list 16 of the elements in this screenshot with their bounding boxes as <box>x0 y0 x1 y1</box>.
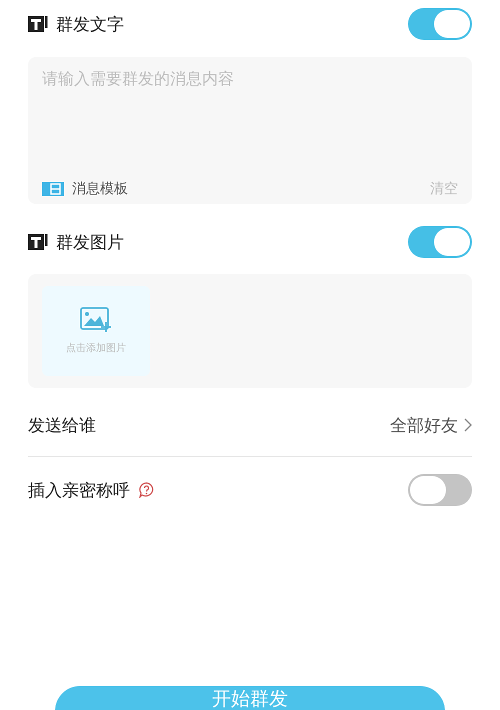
template-icon <box>42 182 64 196</box>
row-label: 发送给谁 <box>28 414 96 436</box>
template-label[interactable]: 消息模板 <box>72 180 128 198</box>
help-icon[interactable] <box>138 482 155 498</box>
message-field[interactable]: 请输入需要群发的消息内容 消息模板 清空 <box>28 57 472 204</box>
section-title: 群发文字 <box>56 14 124 36</box>
toggle-switch[interactable] <box>408 226 472 258</box>
section-title: 群发图片 <box>56 232 124 254</box>
chevron-icon <box>464 418 472 432</box>
text-icon <box>28 15 48 33</box>
toggle-switch[interactable] <box>408 474 472 506</box>
recipients-link[interactable]: 全部好友 <box>390 414 472 436</box>
toggle-switch[interactable] <box>408 8 472 40</box>
add-image-icon <box>80 307 112 333</box>
row-label: 插入亲密称呼 <box>28 480 130 502</box>
text-icon <box>28 233 48 251</box>
